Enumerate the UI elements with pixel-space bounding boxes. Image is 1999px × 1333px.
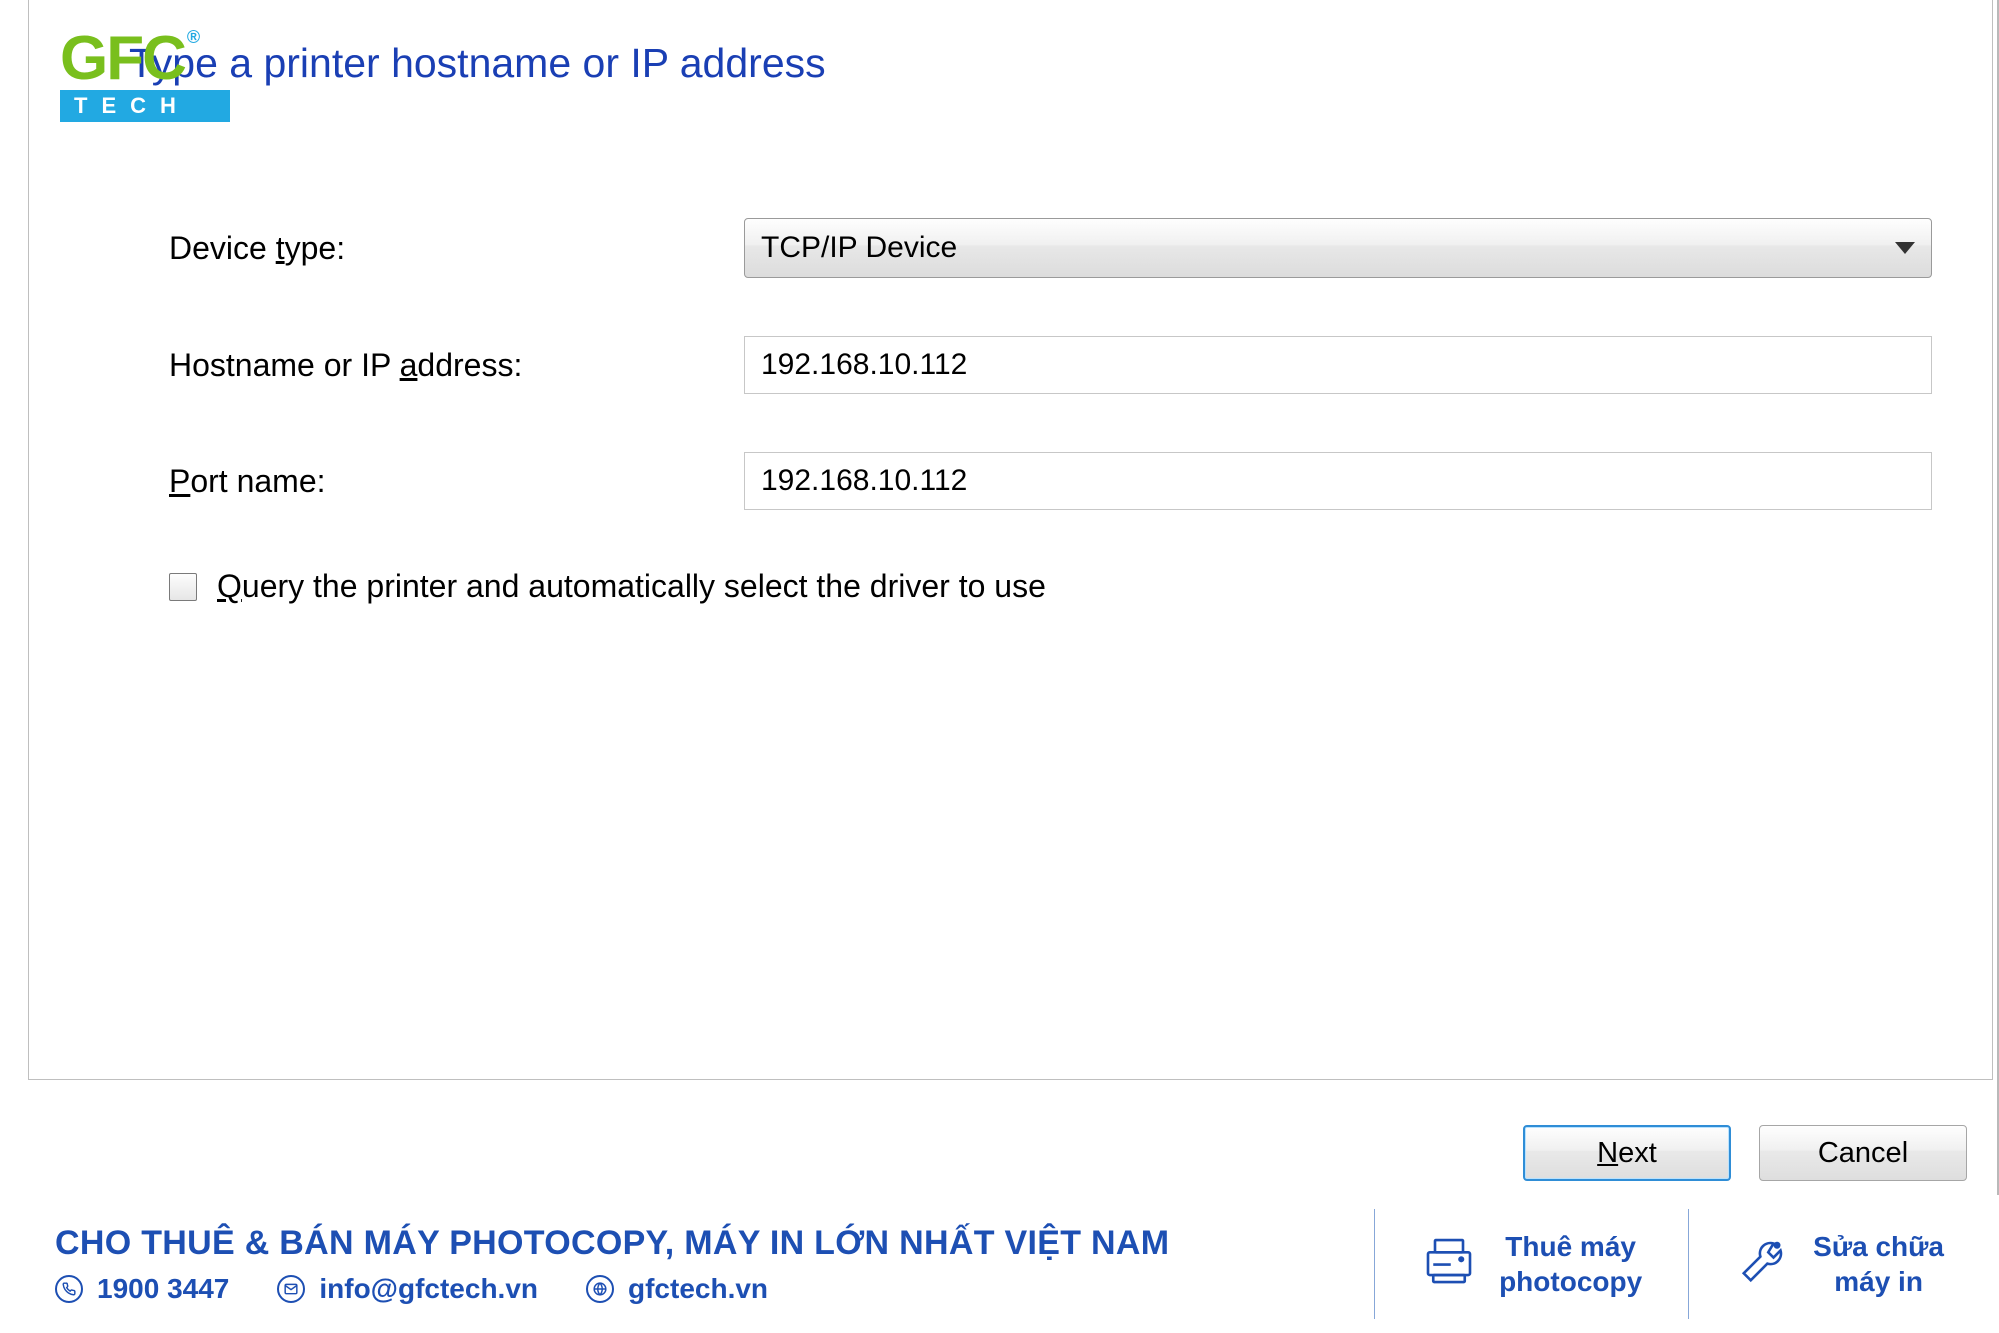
row-port-name: Port name: xyxy=(169,452,1932,510)
mail-icon xyxy=(277,1275,305,1303)
port-name-input[interactable] xyxy=(744,452,1932,510)
label-device-type: Device type: xyxy=(169,230,744,267)
footer-web: gfctech.vn xyxy=(586,1273,768,1305)
row-auto-query: Query the printer and automatically sele… xyxy=(169,568,1932,605)
add-printer-dialog: Type a printer hostname or IP address De… xyxy=(0,0,1999,1195)
photocopier-icon xyxy=(1421,1233,1477,1296)
service-rent-photocopy[interactable]: Thuê máy photocopy xyxy=(1421,1229,1642,1299)
hostname-input[interactable] xyxy=(744,336,1932,394)
label-hostname: Hostname or IP address: xyxy=(169,347,744,384)
dialog-button-bar: Next Cancel xyxy=(1523,1125,1967,1181)
wrench-icon xyxy=(1735,1233,1791,1296)
footer-left: CHO THUÊ & BÁN MÁY PHOTOCOPY, MÁY IN LỚN… xyxy=(55,1224,1328,1305)
footer-contacts: 1900 3447 info@gfctech.vn gfctech.vn xyxy=(55,1273,1328,1305)
row-hostname: Hostname or IP address: xyxy=(169,336,1932,394)
auto-query-label: Query the printer and automatically sele… xyxy=(217,568,1046,605)
printer-form: Device type: TCP/IP Device Hostname or I… xyxy=(169,218,1932,605)
gfc-tech-logo: GFC® TECH xyxy=(60,28,230,122)
next-button[interactable]: Next xyxy=(1523,1125,1731,1181)
auto-query-checkbox[interactable] xyxy=(169,573,197,601)
footer-email: info@gfctech.vn xyxy=(277,1273,538,1305)
row-device-type: Device type: TCP/IP Device xyxy=(169,218,1932,278)
footer-separator xyxy=(1374,1209,1375,1319)
device-type-select[interactable]: TCP/IP Device xyxy=(744,218,1932,278)
footer-separator xyxy=(1688,1209,1689,1319)
footer-title: CHO THUÊ & BÁN MÁY PHOTOCOPY, MÁY IN LỚN… xyxy=(55,1224,1328,1263)
device-type-value: TCP/IP Device xyxy=(761,231,1885,265)
label-port-name: Port name: xyxy=(169,463,744,500)
dialog-title: Type a printer hostname or IP address xyxy=(129,40,826,87)
cancel-button[interactable]: Cancel xyxy=(1759,1125,1967,1181)
globe-icon xyxy=(586,1275,614,1303)
page-footer: CHO THUÊ & BÁN MÁY PHOTOCOPY, MÁY IN LỚN… xyxy=(0,1195,1999,1333)
dialog-body: Type a printer hostname or IP address De… xyxy=(28,0,1993,1080)
service-repair-printer[interactable]: Sửa chữa máy in xyxy=(1735,1229,1944,1299)
chevron-down-icon xyxy=(1895,242,1915,254)
footer-phone: 1900 3447 xyxy=(55,1273,229,1305)
phone-icon xyxy=(55,1275,83,1303)
